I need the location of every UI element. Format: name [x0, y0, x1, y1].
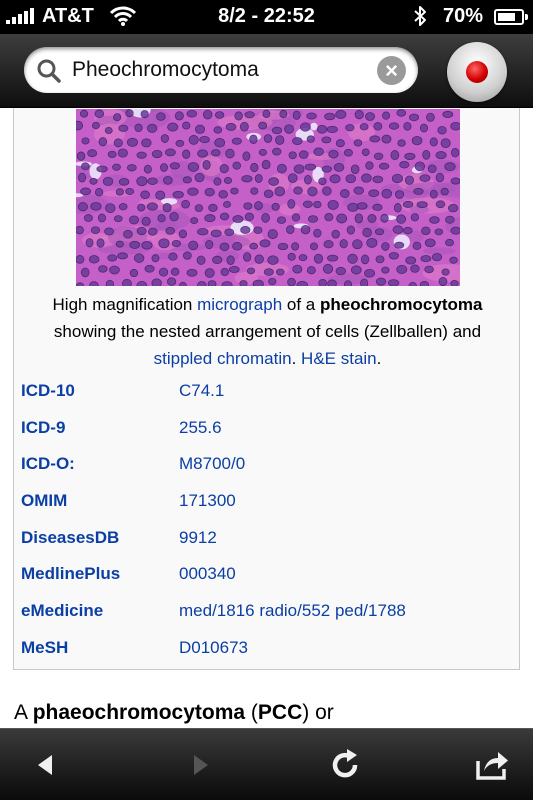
code-row-emedicine: eMedicine med/1816 radio/552 ped/1788 [21, 593, 515, 630]
bluetooth-icon [414, 6, 426, 26]
micrograph-link[interactable]: micrograph [197, 295, 282, 314]
code-value[interactable]: 171300 [179, 491, 236, 511]
battery-percent: 70% [443, 5, 484, 27]
search-field[interactable]: Pheochromocytoma × [24, 47, 418, 93]
code-row-medlineplus: MedlinePlus 000340 [21, 556, 515, 593]
status-bar: AT&T 8/2 - 22:52 70% [0, 0, 533, 34]
infobox: High magnification micrograph of a pheoc… [13, 108, 520, 670]
code-value[interactable]: M8700/0 [179, 454, 245, 474]
app-screen: AT&T 8/2 - 22:52 70% Pheochromocytoma × [0, 0, 533, 800]
caption-text: . [376, 349, 382, 368]
code-label[interactable]: ICD-10 [21, 381, 75, 401]
code-row-diseasesdb: DiseasesDB 9912 [21, 520, 515, 557]
code-label[interactable]: OMIM [21, 491, 67, 511]
lead-bold-term: phaeochromocytoma [32, 701, 246, 724]
lead-abbreviation: PCC [257, 701, 303, 724]
stippled-chromatin-link[interactable]: stippled chromatin [154, 349, 292, 368]
code-label[interactable]: MeSH [21, 638, 68, 658]
code-row-mesh: MeSH D010673 [21, 630, 515, 667]
lead-text: ) or [302, 701, 334, 724]
lead-text: A [14, 701, 33, 724]
code-value[interactable]: 255.6 [179, 418, 222, 438]
code-label[interactable]: ICD-O: [21, 454, 75, 474]
lead-text: ( [245, 701, 258, 724]
caption-text: showing the nested arrangement of cells … [53, 322, 482, 341]
code-row-icd9: ICD-9 255.6 [21, 410, 515, 447]
classification-codes: ICD-10 C74.1 ICD-9 255.6 ICD-O: M8700/0 … [21, 373, 515, 667]
code-label[interactable]: DiseasesDB [21, 528, 119, 548]
search-header: Pheochromocytoma × [0, 34, 533, 108]
code-value[interactable]: D010673 [179, 638, 248, 658]
bottom-toolbar [0, 728, 533, 800]
record-icon [466, 61, 488, 83]
code-row-icdo: ICD-O: M8700/0 [21, 446, 515, 483]
search-query[interactable]: Pheochromocytoma [72, 58, 362, 82]
share-icon[interactable] [474, 747, 510, 783]
clear-icon[interactable]: × [377, 56, 406, 85]
record-button[interactable] [447, 42, 507, 102]
reload-icon[interactable] [328, 747, 364, 783]
image-caption: High magnification micrograph of a pheoc… [14, 291, 521, 372]
he-stain-link[interactable]: H&E stain [301, 349, 377, 368]
caption-bold-term: pheochromocytoma [319, 295, 483, 314]
code-label[interactable]: eMedicine [21, 601, 103, 621]
forward-arrow-icon[interactable] [182, 747, 218, 783]
code-row-icd10: ICD-10 C74.1 [21, 373, 515, 410]
code-value[interactable]: med/1816 radio/552 ped/1788 [179, 601, 406, 621]
search-icon [37, 59, 61, 83]
code-value[interactable]: C74.1 [179, 381, 224, 401]
caption-text: of a [282, 295, 320, 314]
caption-text: High magnification [52, 295, 198, 314]
caption-text: . [291, 349, 302, 368]
battery-level [498, 13, 515, 21]
battery-icon [494, 9, 528, 25]
article-content: High magnification micrograph of a pheoc… [0, 108, 533, 728]
article-lead-text: A phaeochromocytoma (PCC) or [14, 701, 334, 725]
code-value[interactable]: 000340 [179, 564, 236, 584]
code-label[interactable]: ICD-9 [21, 418, 65, 438]
micrograph-image[interactable] [76, 109, 460, 286]
code-row-omim: OMIM 171300 [21, 483, 515, 520]
back-arrow-icon[interactable] [28, 747, 64, 783]
code-label[interactable]: MedlinePlus [21, 564, 120, 584]
code-value[interactable]: 9912 [179, 528, 217, 548]
